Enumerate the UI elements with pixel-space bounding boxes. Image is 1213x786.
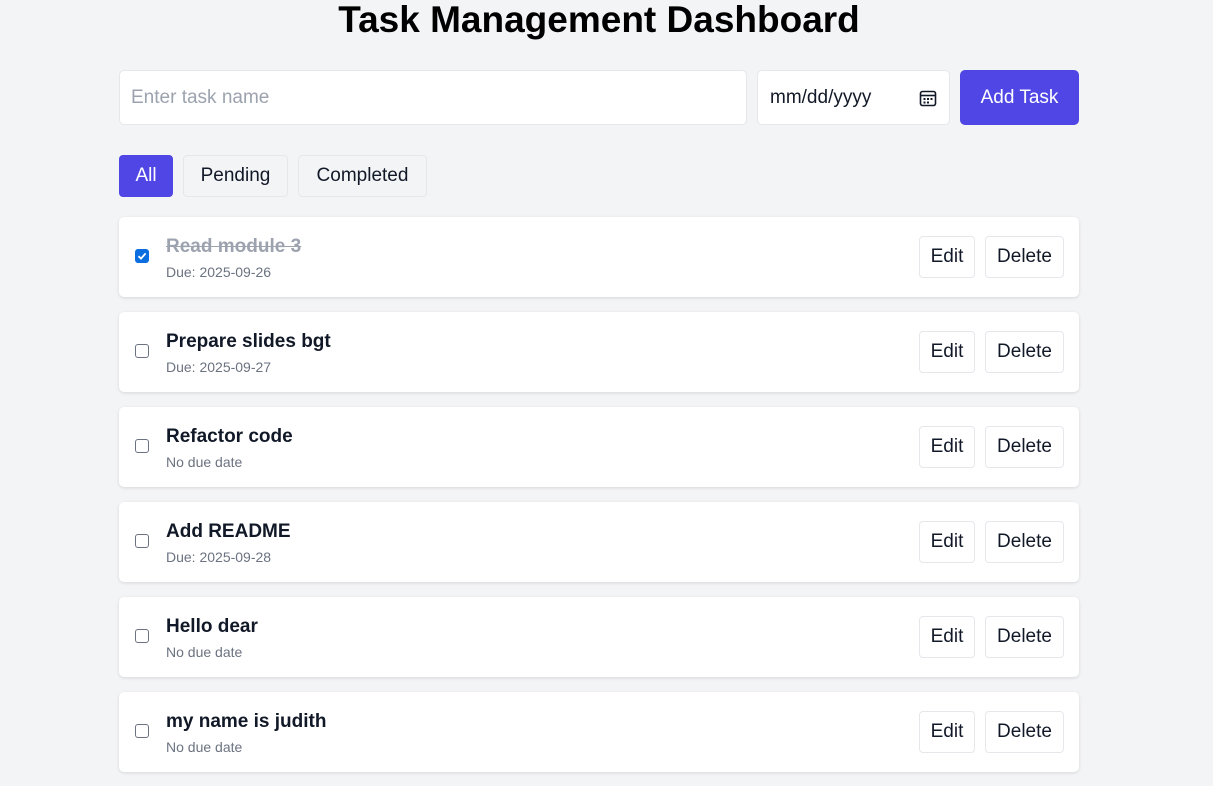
- date-placeholder: mm/dd/yyyy: [770, 86, 872, 108]
- task-card: Add README Due: 2025-09-28 Edit Delete: [119, 502, 1079, 582]
- task-name: my name is judith: [166, 711, 327, 732]
- delete-button[interactable]: Delete: [985, 331, 1064, 373]
- task-card: Read module 3 Due: 2025-09-26 Edit Delet…: [119, 217, 1079, 297]
- edit-button[interactable]: Edit: [919, 426, 975, 468]
- dashboard-page: Task Management Dashboard mm/dd/yyyy Add…: [0, 0, 1213, 786]
- task-name: Read module 3: [166, 236, 302, 257]
- edit-button[interactable]: Edit: [919, 711, 975, 753]
- task-list: Read module 3 Due: 2025-09-26 Edit Delet…: [119, 217, 1079, 786]
- task-due-date: Due: 2025-09-27: [166, 359, 272, 375]
- task-name: Hello dear: [166, 616, 258, 637]
- page-title: Task Management Dashboard: [338, 0, 860, 40]
- edit-button[interactable]: Edit: [919, 521, 975, 563]
- task-due-date: No due date: [166, 454, 243, 470]
- edit-button[interactable]: Edit: [919, 616, 975, 658]
- task-checkbox[interactable]: [135, 724, 149, 738]
- filter-all-button[interactable]: All: [119, 155, 173, 197]
- task-card: Prepare slides bgt Due: 2025-09-27 Edit …: [119, 312, 1079, 392]
- task-name: Add README: [166, 521, 291, 542]
- add-task-button[interactable]: Add Task: [960, 70, 1079, 125]
- task-card: Hello dear No due date Edit Delete: [119, 597, 1079, 677]
- delete-button[interactable]: Delete: [985, 236, 1064, 278]
- task-checkbox[interactable]: [135, 534, 149, 548]
- task-name-input[interactable]: [119, 70, 747, 125]
- task-due-date: Due: 2025-09-28: [166, 549, 272, 565]
- task-checkbox[interactable]: [135, 249, 149, 263]
- filter-completed-button[interactable]: Completed: [298, 155, 427, 197]
- delete-button[interactable]: Delete: [985, 616, 1064, 658]
- task-checkbox[interactable]: [135, 344, 149, 358]
- task-due-date: No due date: [166, 739, 243, 755]
- delete-button[interactable]: Delete: [985, 711, 1064, 753]
- edit-button[interactable]: Edit: [919, 236, 975, 278]
- task-card: my name is judith No due date Edit Delet…: [119, 692, 1079, 772]
- filter-pending-button[interactable]: Pending: [183, 155, 288, 197]
- calendar-icon[interactable]: [918, 88, 938, 108]
- task-due-date: Due: 2025-09-26: [166, 264, 272, 280]
- task-name: Refactor code: [166, 426, 293, 447]
- task-checkbox[interactable]: [135, 439, 149, 453]
- delete-button[interactable]: Delete: [985, 521, 1064, 563]
- edit-button[interactable]: Edit: [919, 331, 975, 373]
- task-card: Refactor code No due date Edit Delete: [119, 407, 1079, 487]
- task-name: Prepare slides bgt: [166, 331, 331, 352]
- task-checkbox[interactable]: [135, 629, 149, 643]
- task-due-date: No due date: [166, 644, 243, 660]
- due-date-input[interactable]: mm/dd/yyyy: [757, 70, 950, 125]
- delete-button[interactable]: Delete: [985, 426, 1064, 468]
